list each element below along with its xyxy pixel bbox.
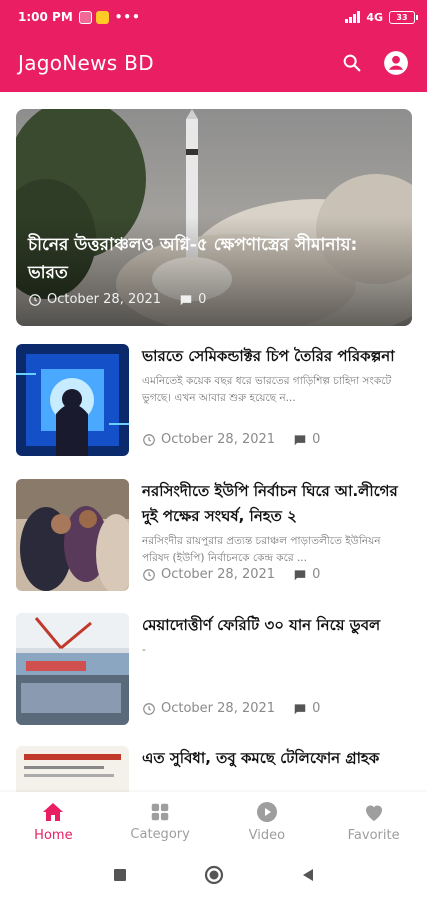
notification-icon [78, 10, 92, 24]
article-title: এত সুবিধা, তবু কমছে টেলিফোন গ্রাহক [142, 749, 380, 767]
article-thumbnail [16, 344, 129, 456]
notification-icon [95, 10, 109, 24]
nav-video[interactable]: Video [214, 792, 321, 850]
app-bar-actions [339, 50, 409, 76]
clock-icon [143, 568, 155, 581]
status-time: 1:00 PM [18, 10, 73, 24]
article-meta: October 28, 2021 0 [142, 432, 320, 447]
article-body: ভারতে সেমিকন্ডাক্টর চিপ তৈরির পরিকল্পনা … [142, 344, 410, 407]
article-card[interactable]: এত সুবিধা, তবু কমছে টেলিফোন গ্রাহক [16, 746, 412, 792]
category-icon [151, 803, 169, 820]
article-meta: October 28, 2021 0 [142, 567, 320, 582]
featured-article-title: চীনের উত্তরাঞ্চলও অগ্নি-৫ ক্ষেপণাস্ত্রের… [28, 235, 358, 283]
article-body: মেয়াদোত্তীর্ণ ফেরিটি ৩০ যান নিয়ে ডুবল … [142, 613, 410, 676]
nav-favorite[interactable]: Favorite [320, 792, 427, 850]
comment-icon [294, 703, 306, 714]
home-system-button[interactable] [202, 863, 226, 887]
status-bar: 1:00 PM ••• 4G 33 [0, 0, 427, 34]
clock-icon [29, 293, 41, 306]
circle-icon [204, 865, 223, 885]
nav-category[interactable]: Category [107, 792, 214, 850]
featured-article-card[interactable]: চীনের উত্তরাঞ্চলও অগ্নি-৫ ক্ষেপণাস্ত্রের… [16, 109, 412, 326]
article-body: নরসিংদীতে ইউপি নির্বাচন ঘিরে আ.লীগের দুই… [142, 479, 410, 567]
status-indicators: 4G 33 [345, 10, 418, 24]
article-date: October 28, 2021 [161, 567, 276, 582]
app-bar: JagoNews BD [0, 34, 427, 92]
nav-category-label: Category [130, 826, 190, 842]
comment-icon [180, 294, 192, 305]
recents-button[interactable] [108, 863, 132, 887]
article-date: October 28, 2021 [161, 701, 276, 716]
article-thumbnail [16, 479, 129, 591]
article-comments: 0 [312, 701, 321, 716]
article-title: মেয়াদোত্তীর্ণ ফেরিটি ৩০ যান নিয়ে ডুবল [142, 616, 381, 634]
article-date: October 28, 2021 [161, 432, 276, 447]
app-title: JagoNews BD [18, 51, 154, 75]
search-icon [343, 54, 361, 72]
article-title: ভারতে সেমিকন্ডাক্টর চিপ তৈরির পরিকল্পনা [142, 347, 395, 365]
nav-home[interactable]: Home [0, 792, 107, 850]
article-excerpt: এমনিতেই কয়েক বছর ধরে ভারতের গাড়িশিল্প … [142, 375, 392, 404]
back-button[interactable] [296, 863, 320, 887]
more-notifications-icon: ••• [114, 10, 141, 24]
battery-icon: 33 [389, 10, 418, 24]
search-button[interactable] [339, 50, 365, 76]
article-card[interactable]: ভারতে সেমিকন্ডাক্টর চিপ তৈরির পরিকল্পনা … [16, 344, 412, 456]
article-excerpt: - [142, 644, 146, 656]
article-title: নরসিংদীতে ইউপি নির্বাচন ঘিরে আ.লীগের দুই… [142, 482, 398, 525]
comment-icon [294, 569, 306, 580]
account-icon [384, 51, 408, 75]
article-thumbnail [16, 746, 129, 792]
article-body: এত সুবিধা, তবু কমছে টেলিফোন গ্রাহক [142, 746, 410, 771]
article-comments: 0 [312, 432, 321, 447]
network-type: 4G [366, 10, 383, 24]
article-excerpt: নরসিংদীর রায়পুরার প্রত্যন্ত চরাঞ্চল পাড… [142, 535, 381, 564]
news-feed[interactable]: চীনের উত্তরাঞ্চলও অগ্নি-৫ ক্ষেপণাস্ত্রের… [0, 92, 427, 792]
system-navigation [0, 850, 427, 900]
article-meta: October 28, 2021 0 [142, 701, 320, 716]
back-triangle-icon [302, 869, 313, 881]
clock-icon [143, 702, 155, 715]
heart-icon [365, 805, 382, 821]
home-icon [43, 802, 64, 821]
article-card[interactable]: মেয়াদোত্তীর্ণ ফেরিটি ৩০ যান নিয়ে ডুবল … [16, 613, 412, 725]
battery-level: 33 [396, 12, 408, 22]
nav-home-label: Home [34, 827, 73, 843]
article-comments: 0 [312, 567, 321, 582]
square-icon [113, 869, 126, 881]
article-card[interactable]: নরসিংদীতে ইউপি নির্বাচন ঘিরে আ.লীগের দুই… [16, 479, 412, 591]
featured-article-meta: October 28, 2021 0 [28, 292, 206, 307]
nav-favorite-label: Favorite [347, 827, 400, 843]
bottom-navigation: Home Category Video Favorite [0, 792, 427, 850]
clock-icon [143, 433, 155, 446]
video-icon [256, 801, 277, 822]
featured-article-date: October 28, 2021 [47, 292, 162, 307]
app-screen: 1:00 PM ••• 4G 33 JagoNews BD চীনের উত্ত… [0, 0, 427, 900]
signal-icon [345, 11, 361, 23]
article-thumbnail [16, 613, 129, 725]
featured-article-comments: 0 [198, 292, 207, 307]
account-button[interactable] [383, 50, 409, 76]
comment-icon [294, 434, 306, 445]
nav-video-label: Video [248, 827, 286, 843]
